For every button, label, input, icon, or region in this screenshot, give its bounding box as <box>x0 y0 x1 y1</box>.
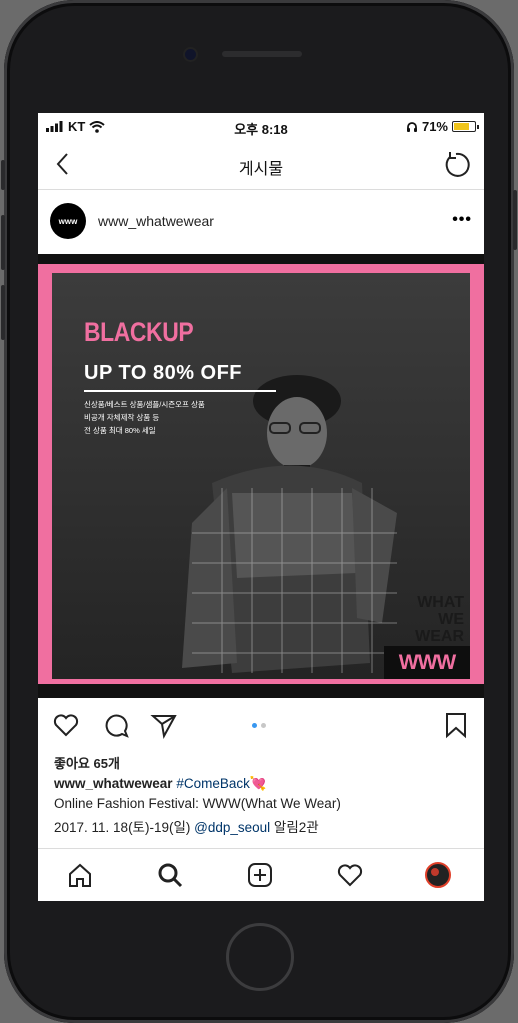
profile-avatar[interactable] <box>424 861 452 889</box>
bottom-black-band <box>38 684 484 698</box>
tab-bar <box>38 848 484 901</box>
earpiece-speaker <box>222 51 302 57</box>
nav-bar: 게시물 <box>38 141 484 190</box>
heart-emoji: 💘 <box>249 776 267 791</box>
post-username[interactable]: www_whatwewear <box>98 213 214 229</box>
logo-line-2: WE <box>438 611 464 628</box>
caption-date: 2017. 11. 18(토)-19(일) <box>54 820 195 835</box>
power-button <box>513 190 517 250</box>
search-icon[interactable] <box>156 861 184 889</box>
post-header: www www_whatwewear ••• <box>38 191 484 251</box>
caption-line-3: 2017. 11. 18(토)-19(일) @ddp_seoul 알림2관 <box>54 816 319 836</box>
post-actions <box>38 701 484 747</box>
what-we-wear-logo: WHAT WE WEAR <box>384 594 464 645</box>
brand-title: BLACKUP <box>84 317 194 347</box>
heart-icon[interactable] <box>336 861 364 889</box>
avatar[interactable]: www <box>50 203 86 239</box>
caption-username[interactable]: www_whatwewear <box>54 776 173 791</box>
phone-frame: KT 오후 8:18 71% 게시물 www www_whatwewear ••… <box>1 0 517 1023</box>
home-button[interactable] <box>226 923 294 991</box>
logo-line-1: WHAT <box>417 594 464 611</box>
offer-headline: UP TO 80% OFF <box>84 362 243 384</box>
front-camera <box>185 49 196 60</box>
caption-venue: 알림2관 <box>270 820 319 835</box>
detail-line-2: 비공개 자체제작 상품 등 <box>84 413 160 422</box>
screen: KT 오후 8:18 71% 게시물 www www_whatwewear ••… <box>38 113 484 901</box>
comment-icon[interactable] <box>102 711 130 739</box>
home-icon[interactable] <box>66 861 94 889</box>
headline-underline <box>84 390 276 392</box>
refresh-icon[interactable] <box>442 151 470 179</box>
like-count[interactable]: 좋아요 65개 <box>54 753 120 772</box>
detail-line-3: 전 상품 최대 80% 세일 <box>84 426 156 435</box>
battery-percent: 71% <box>421 119 448 134</box>
carousel-dot-active <box>252 723 257 728</box>
share-icon[interactable] <box>150 711 178 739</box>
status-bar: KT 오후 8:18 71% <box>38 113 484 139</box>
volume-up-button <box>1 215 5 270</box>
detail-line-1: 신상품/베스트 상품/샘플/시즌오프 상품 <box>84 400 205 409</box>
page-title: 게시물 <box>238 161 284 178</box>
mention-link[interactable]: @ddp_seoul <box>194 820 270 835</box>
caption-line-1: www_whatwewear #ComeBack💘 <box>54 776 267 792</box>
battery-icon <box>452 121 479 132</box>
carousel-indicator <box>252 723 266 728</box>
ellipsis-icon[interactable]: ••• <box>452 211 472 229</box>
caption-line-2: Online Fashion Festival: WWW(What We Wea… <box>54 796 341 811</box>
mute-switch <box>1 160 5 190</box>
headphones-icon <box>406 121 417 132</box>
volume-down-button <box>1 285 5 340</box>
bookmark-icon[interactable] <box>442 711 470 739</box>
logo-line-3: WEAR <box>415 628 464 645</box>
carousel-dot <box>261 723 266 728</box>
add-icon[interactable] <box>246 861 274 889</box>
hashtag-link[interactable]: #ComeBack <box>176 776 250 791</box>
www-badge: WWW <box>384 646 470 679</box>
heart-icon[interactable] <box>52 711 80 739</box>
top-black-band <box>38 254 484 264</box>
post-image[interactable]: BLACKUP UP TO 80% OFF 신상품/베스트 상품/샘플/시즌오프… <box>38 254 484 698</box>
